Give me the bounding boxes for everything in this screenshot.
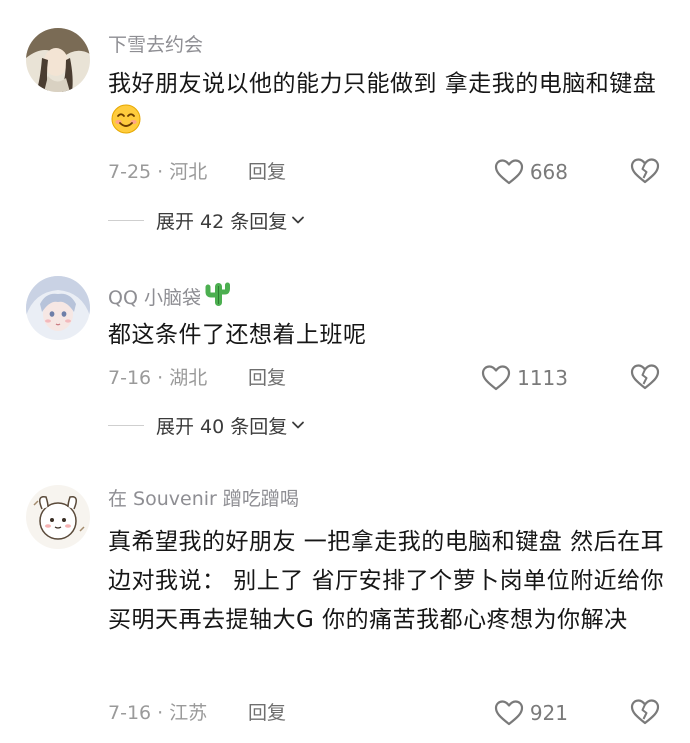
expand-replies-label: 展开 42 条回复: [156, 210, 288, 233]
broken-heart-icon: [630, 158, 660, 184]
reply-button[interactable]: 回复: [248, 363, 286, 393]
avatar[interactable]: [26, 276, 90, 340]
like-button[interactable]: 1113: [481, 363, 568, 393]
smiley-emoji-icon: [110, 103, 142, 147]
divider-line: [108, 219, 144, 221]
heart-outline-icon: [494, 700, 523, 726]
expand-replies-button[interactable]: 展开 40 条回复: [108, 410, 305, 440]
reply-button[interactable]: 回复: [248, 157, 286, 187]
comment-text: 都这条件了还想着上班呢: [108, 322, 367, 348]
dislike-button[interactable]: [630, 698, 660, 728]
dislike-button[interactable]: [630, 363, 660, 393]
broken-heart-icon: [630, 364, 660, 390]
heart-outline-icon: [494, 159, 523, 185]
like-button[interactable]: 921: [494, 698, 568, 728]
comment-meta: 7-25 · 河北 回复 668: [108, 157, 668, 187]
username[interactable]: 下雪去约会: [108, 32, 203, 58]
date-location: 7-25 · 河北: [108, 161, 208, 183]
heart-outline-icon: [481, 365, 511, 391]
like-button[interactable]: 668: [494, 157, 568, 187]
reply-button[interactable]: 回复: [248, 698, 286, 728]
chevron-down-icon: [292, 216, 305, 224]
comment-item: 在 Souvenir 蹭吃蹭喝 真希望我的好朋友 一把拿走我的电脑和键盘 然后在…: [0, 475, 690, 743]
comment-item: 下雪去约会 我好朋友说以他的能力只能做到 拿走我的电脑和键盘 7-25 · 河北…: [0, 0, 690, 260]
expand-replies-label: 展开 40 条回复: [156, 415, 288, 438]
comment-item: QQ 小脑袋 都这条件了还想着上班呢 7-16 · 湖北 回复 1113 展开 …: [0, 260, 690, 475]
comment-meta: 7-16 · 江苏 回复 921: [108, 698, 668, 728]
expand-replies-button[interactable]: 展开 42 条回复: [108, 205, 305, 235]
comment-meta: 7-16 · 湖北 回复 1113: [108, 363, 668, 393]
like-count: 1113: [517, 366, 568, 390]
avatar[interactable]: [26, 485, 90, 549]
chevron-down-icon: [292, 421, 305, 429]
avatar[interactable]: [26, 28, 90, 92]
like-count: 668: [529, 160, 568, 184]
username[interactable]: 在 Souvenir 蹭吃蹭喝: [108, 486, 299, 512]
divider-line: [108, 424, 144, 426]
username[interactable]: QQ 小脑袋: [108, 280, 231, 315]
dislike-button[interactable]: [630, 157, 660, 187]
cactus-emoji-icon: [205, 280, 231, 315]
comment-text: 真希望我的好朋友 一把拿走我的电脑和键盘 然后在耳边对我说： 别上了 省厅安排了…: [108, 529, 665, 633]
like-count: 921: [529, 701, 568, 725]
broken-heart-icon: [630, 699, 660, 725]
comment-text: 我好朋友说以他的能力只能做到 拿走我的电脑和键盘: [108, 66, 668, 147]
date-location: 7-16 · 江苏: [108, 702, 208, 724]
date-location: 7-16 · 湖北: [108, 367, 208, 389]
